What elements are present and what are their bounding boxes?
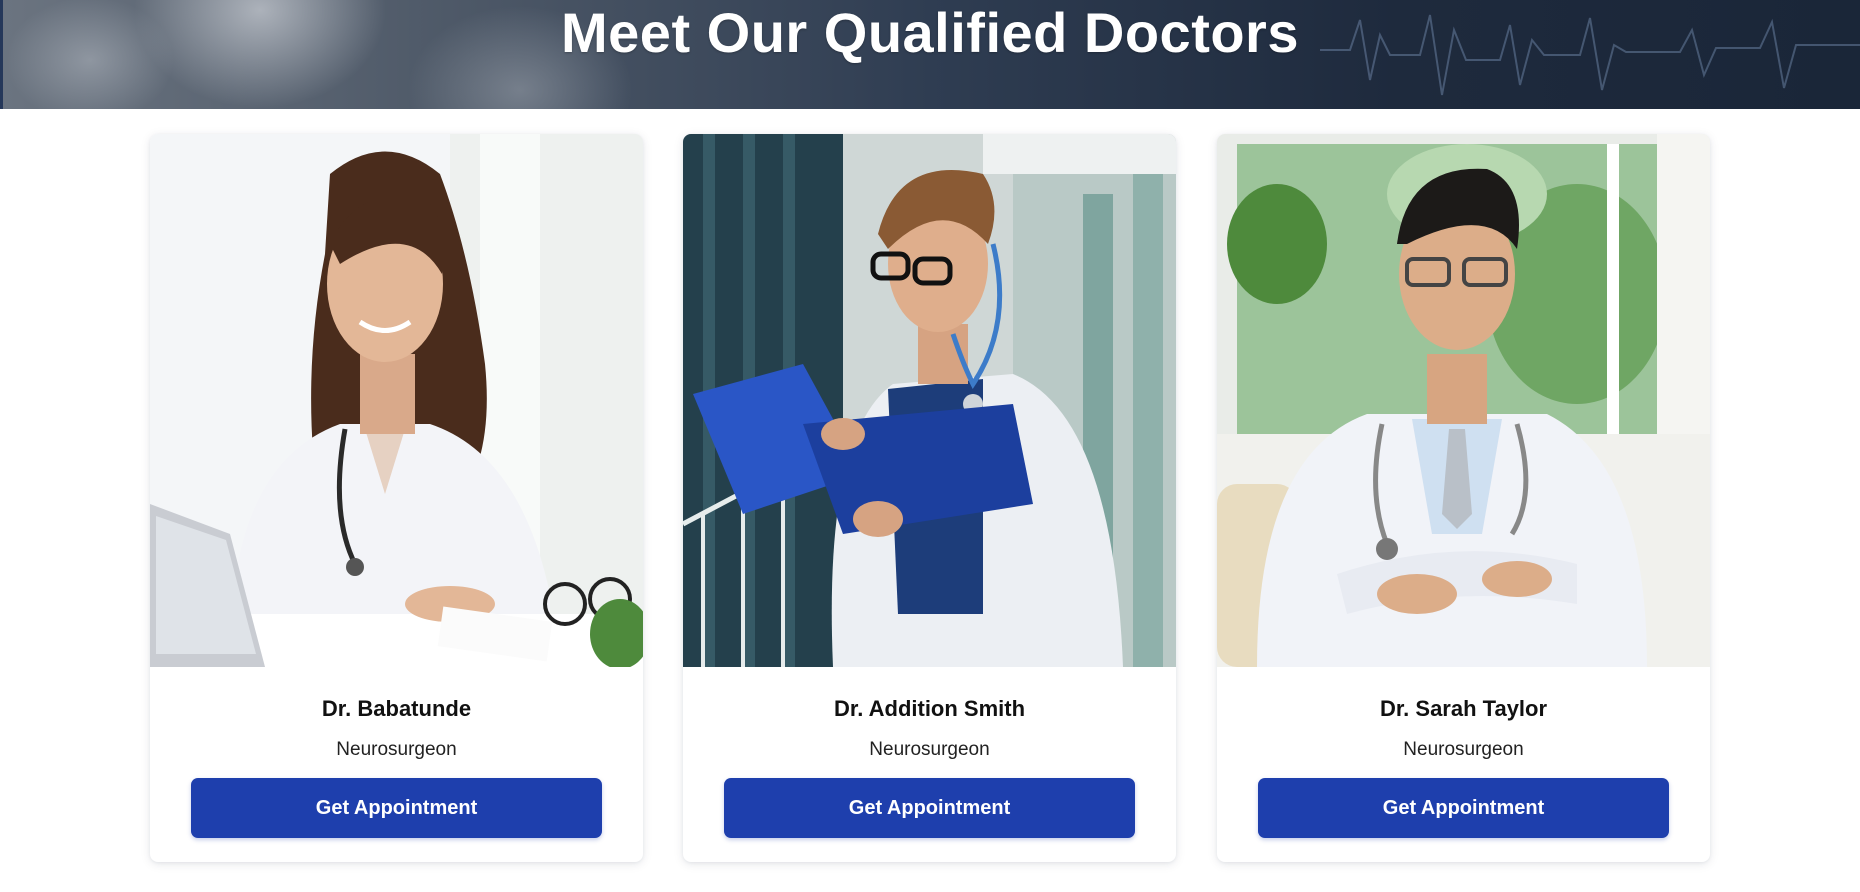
doctor-card: Dr. Babatunde Neurosurgeon Get Appointme… <box>150 134 643 862</box>
page-title: Meet Our Qualified Doctors <box>561 1 1299 64</box>
doctor-name: Dr. Addition Smith <box>833 696 1026 721</box>
doctor-card: Dr. Addition Smith Neurosurgeon Get Appo… <box>683 134 1176 862</box>
doctor-name: Dr. Sarah Taylor <box>1379 696 1548 721</box>
doctor-photo-illustration <box>683 134 1176 667</box>
doctor-specialty: Neurosurgeon <box>336 739 457 760</box>
get-appointment-button[interactable]: Get Appointment <box>724 778 1135 838</box>
get-appointment-button[interactable]: Get Appointment <box>1258 778 1669 838</box>
doctor-name: Dr. Babatunde <box>321 696 472 721</box>
doctor-card: Dr. Sarah Taylor Neurosurgeon Get Appoin… <box>1217 134 1710 862</box>
get-appointment-button[interactable]: Get Appointment <box>191 778 602 838</box>
doctor-photo-illustration <box>1217 134 1710 667</box>
doctor-photo-illustration <box>150 134 643 667</box>
doctor-specialty: Neurosurgeon <box>1403 739 1524 760</box>
doctor-specialty: Neurosurgeon <box>869 739 990 760</box>
doctor-photo <box>683 134 1176 667</box>
doctor-photo <box>1217 134 1710 667</box>
hero-banner: Meet Our Qualified Doctors <box>0 0 1860 109</box>
doctor-photo <box>150 134 643 667</box>
